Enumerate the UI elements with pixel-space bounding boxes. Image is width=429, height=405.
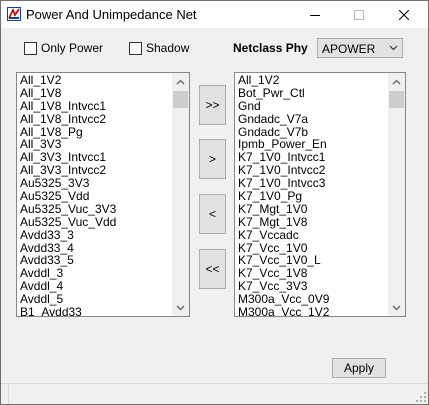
maximize-icon [354, 9, 364, 20]
dialog-window: Power And Unimpedance Net Only Power Sha… [0, 0, 429, 405]
selected-nets-items: All_1V2 Bot_Pwr_Ctl Gnd Gndadc_V7a Gndadc_V7… [238, 74, 329, 316]
right-list-scrollbar[interactable] [388, 73, 405, 316]
minimize-icon [310, 14, 320, 16]
list-item[interactable]: Bot_Pwr_Ctl [238, 86, 329, 100]
close-button[interactable] [382, 1, 426, 28]
shadow-label: Shadow [146, 41, 190, 55]
selected-nets-list[interactable]: All_1V2 Bot_Pwr_Ctl Gnd Gndadc_V7a Gndadc_V7… [234, 72, 406, 317]
add-all-button[interactable]: >> [199, 85, 226, 125]
app-icon [7, 7, 21, 21]
available-nets-list[interactable]: All_1V2 All_1V8 All_1V8_Intvcc1 All_1V8_Int… [16, 72, 190, 317]
list-item[interactable]: All_1V2 [238, 74, 329, 87]
list-item[interactable]: All_1V8 [20, 86, 116, 100]
left-scroll-up-button[interactable] [172, 73, 189, 90]
chevron-up-icon [392, 79, 401, 84]
only-power-box[interactable] [24, 41, 37, 55]
minimize-button[interactable] [293, 1, 337, 28]
left-scroll-thumb[interactable] [173, 91, 188, 108]
close-icon [399, 9, 409, 20]
list-item[interactable]: Avdd33_3 [20, 228, 116, 242]
chevron-down-icon [392, 305, 401, 310]
window-title: Power And Unimpedance Net [26, 7, 197, 22]
right-scroll-down-button[interactable] [388, 299, 405, 316]
only-power-checkbox[interactable]: Only Power [24, 41, 103, 55]
list-item[interactable]: All_1V2 [20, 74, 116, 87]
chevron-up-icon [176, 79, 185, 84]
left-scroll-down-button[interactable] [172, 299, 189, 316]
chevron-down-icon [176, 305, 185, 310]
title-bar: Power And Unimpedance Net [1, 1, 428, 28]
remove-all-button[interactable]: << [199, 249, 226, 289]
only-power-label: Only Power [41, 41, 104, 55]
netclass-label: Netclass Phy [233, 41, 308, 55]
list-item[interactable]: Gndadc_V7a [238, 112, 329, 126]
shadow-checkbox[interactable]: Shadow [129, 41, 189, 55]
list-item[interactable]: All_1V8_Intvcc2 [20, 112, 116, 126]
netclass-selected-value: APOWER [322, 42, 376, 56]
left-list-scrollbar[interactable] [172, 73, 189, 316]
shadow-box[interactable] [129, 41, 142, 55]
list-item[interactable]: Au5325_Vuc_3V3 [20, 202, 116, 216]
add-button[interactable]: > [199, 139, 226, 179]
list-item[interactable]: K7_1V0_Pg [238, 190, 329, 203]
list-item[interactable]: B1_Avdd33 [20, 306, 116, 316]
maximize-button[interactable] [337, 1, 381, 28]
right-scroll-up-button[interactable] [388, 73, 405, 90]
list-item[interactable]: All_1V8_Intvcc1 [20, 99, 116, 113]
list-item[interactable]: K7_Mgt_1V8 [238, 215, 329, 229]
status-bar-divider [1, 383, 428, 384]
list-item[interactable]: M300a_Vcc_1V2 [238, 306, 329, 316]
right-scroll-thumb[interactable] [389, 91, 404, 108]
list-item[interactable]: Gnd [238, 99, 329, 113]
list-item[interactable]: K7_Mgt_1V0 [238, 202, 329, 216]
list-item[interactable]: Au5325_Vdd [20, 190, 116, 203]
available-nets-items: All_1V2 All_1V8 All_1V8_Intvcc1 All_1V8_Int… [20, 74, 116, 316]
status-bar-pane-divider [8, 384, 9, 404]
list-item[interactable]: K7_Vccadc [238, 228, 329, 242]
resize-grip-icon[interactable] [416, 392, 426, 402]
remove-button[interactable]: < [199, 194, 226, 234]
list-item[interactable]: Au5325_Vuc_Vdd [20, 215, 116, 229]
apply-button[interactable]: Apply [332, 358, 386, 378]
netclass-dropdown[interactable]: APOWER [317, 38, 403, 58]
chevron-down-icon [389, 45, 398, 51]
